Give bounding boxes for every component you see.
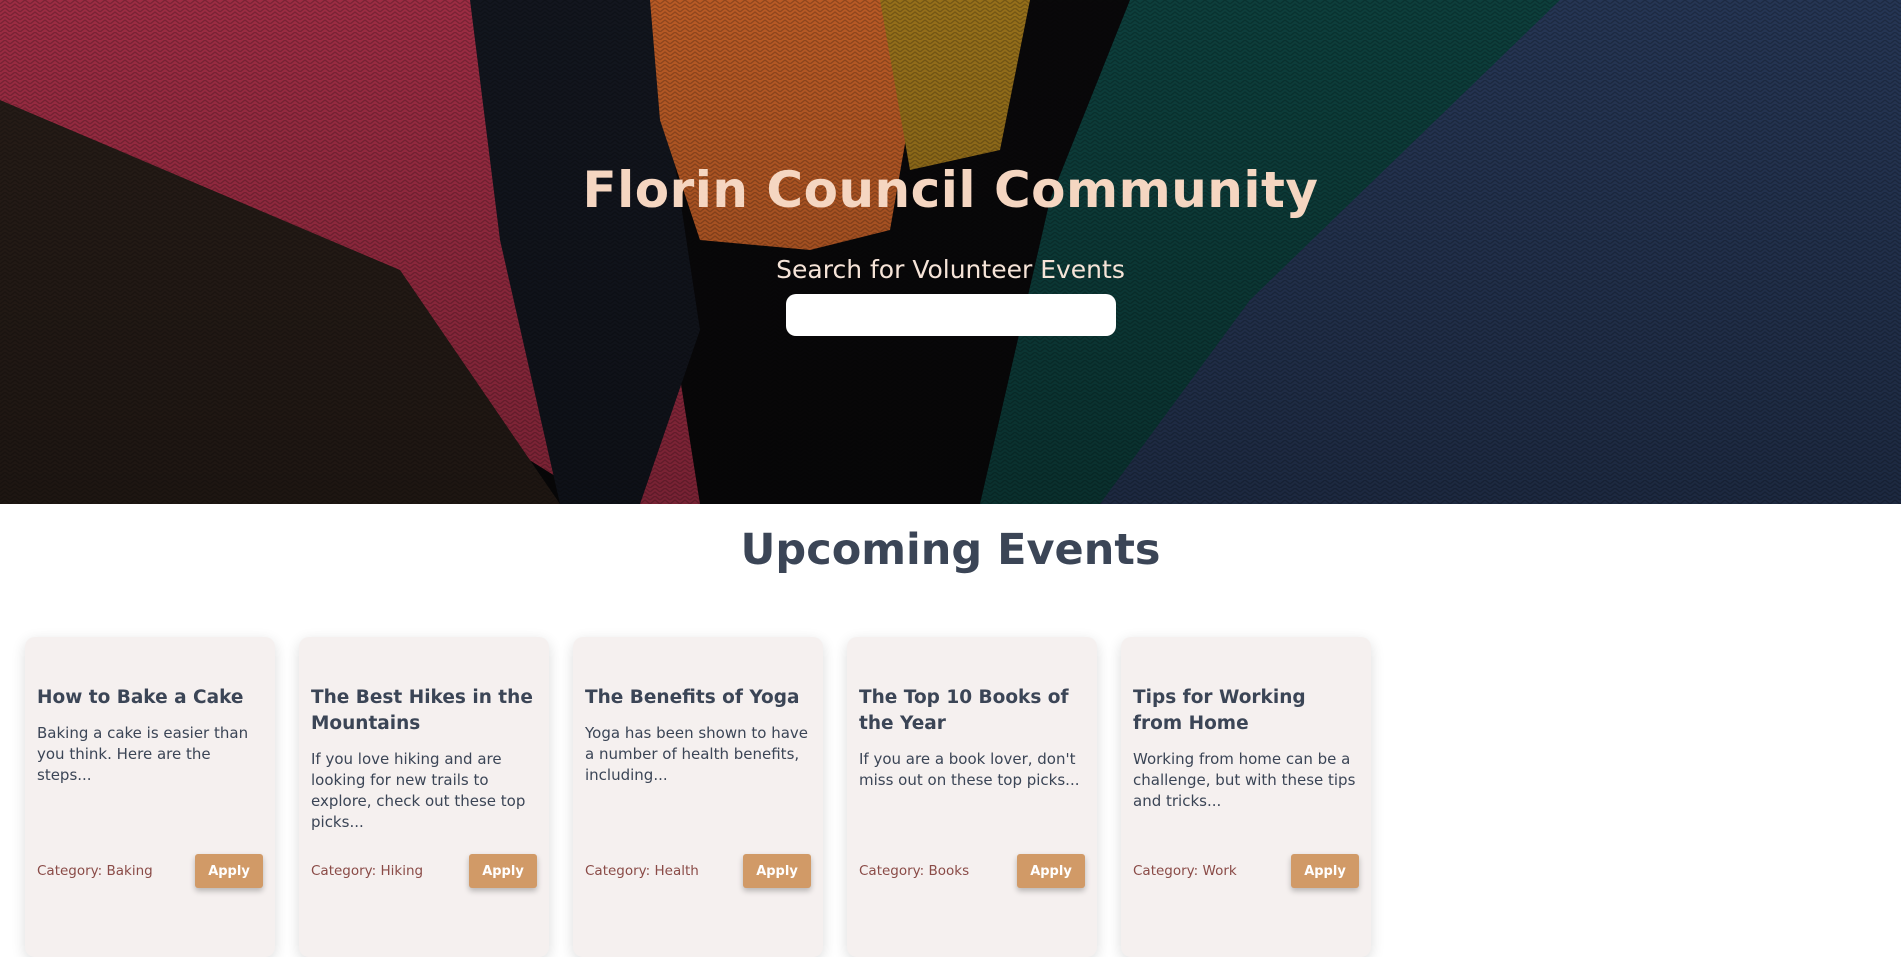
event-card-description: If you love hiking and are looking for n…: [311, 750, 526, 831]
event-card-footer: Category: Books Apply: [859, 854, 1085, 888]
event-card-footer: Category: Baking Apply: [37, 854, 263, 888]
event-card-category: Category: Health: [585, 863, 699, 879]
event-card-footer: Category: Work Apply: [1133, 854, 1359, 888]
search-input[interactable]: [786, 294, 1116, 336]
event-card-description: Working from home can be a challenge, bu…: [1133, 750, 1356, 810]
hero-banner: Florin Council Community Search for Volu…: [0, 0, 1901, 504]
apply-button[interactable]: Apply: [195, 854, 263, 888]
event-card-description: Baking a cake is easier than you think. …: [37, 724, 249, 784]
upcoming-events-heading: Upcoming Events: [740, 525, 1161, 575]
event-card-category: Category: Work: [1133, 863, 1237, 879]
search-label: Search for Volunteer Events: [776, 255, 1125, 284]
event-card: The Top 10 Books of the Year If you are …: [847, 637, 1097, 957]
event-card-title: The Benefits of Yoga: [585, 687, 800, 708]
hero-background-image: [0, 0, 1901, 504]
event-card: The Best Hikes in the Mountains If you l…: [299, 637, 549, 957]
event-card-title: The Top 10 Books of the Year: [859, 687, 1069, 734]
event-card-category: Category: Hiking: [311, 863, 424, 879]
apply-button[interactable]: Apply: [743, 854, 811, 888]
event-card-list: How to Bake a Cake Baking a cake is easi…: [25, 637, 1371, 957]
event-card-title: How to Bake a Cake: [37, 687, 244, 708]
event-card-category: Category: Baking: [37, 863, 153, 879]
event-card: Tips for Working from Home Working from …: [1121, 637, 1371, 957]
event-card-category: Category: Books: [859, 863, 970, 879]
event-card-description: If you are a book lover, don't miss out …: [859, 750, 1080, 789]
apply-button[interactable]: Apply: [1291, 854, 1359, 888]
event-card-footer: Category: Health Apply: [585, 854, 811, 888]
event-card-title: Tips for Working from Home: [1133, 687, 1306, 734]
event-card: The Benefits of Yoga Yoga has been shown…: [573, 637, 823, 957]
event-card-description: Yoga has been shown to have a number of …: [585, 724, 809, 784]
event-card: How to Bake a Cake Baking a cake is easi…: [25, 637, 275, 957]
apply-button[interactable]: Apply: [469, 854, 537, 888]
event-card-footer: Category: Hiking Apply: [311, 854, 537, 888]
site-title: Florin Council Community: [582, 161, 1319, 219]
apply-button[interactable]: Apply: [1017, 854, 1085, 888]
event-card-title: The Best Hikes in the Mountains: [311, 687, 533, 734]
